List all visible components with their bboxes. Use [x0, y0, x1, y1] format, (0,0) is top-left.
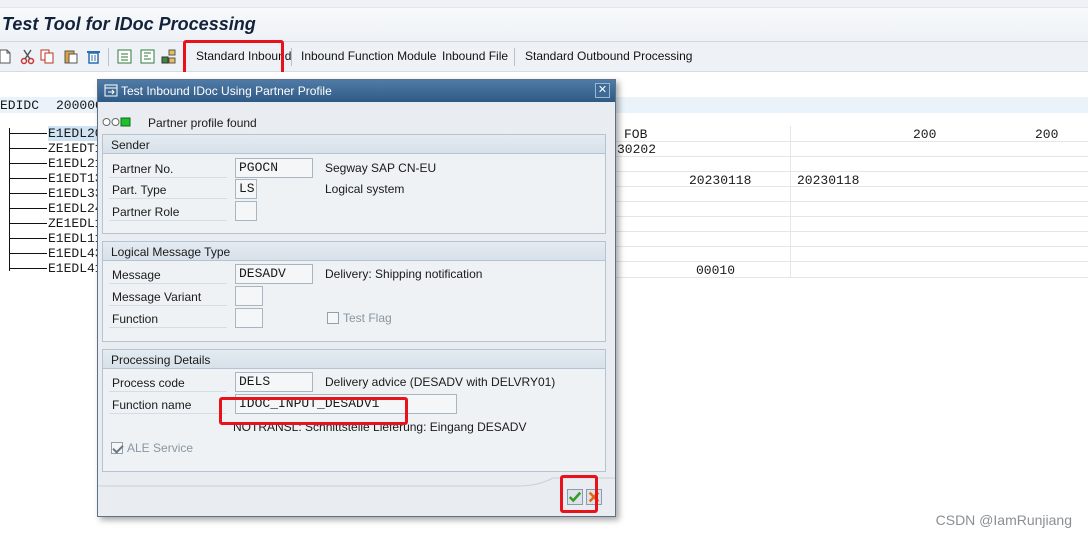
part-type-description: Logical system [325, 182, 405, 196]
toolbar-separator [108, 48, 109, 66]
row-line [616, 171, 1088, 172]
tree-segment[interactable]: E1EDL11 [10, 232, 103, 246]
page-title: Test Tool for IDoc Processing [2, 14, 256, 34]
tree-segment[interactable]: E1EDL41 [10, 262, 103, 276]
test-inbound-dialog: Test Inbound IDoc Using Partner Profile … [97, 79, 616, 517]
part-type-label: Part. Type [109, 179, 227, 199]
segment-value: FOB [624, 127, 648, 142]
dialog-window-icon [104, 84, 118, 97]
segment-value: 20230118 [689, 173, 752, 188]
tree-segment[interactable]: E1EDT13 [10, 172, 103, 186]
row-line [616, 261, 1088, 262]
function-name-label: Function name [109, 394, 227, 414]
highlight-function-name [219, 397, 408, 425]
message-variant-label: Message Variant [109, 286, 227, 306]
application-toolbar: Standard Inbound Inbound Function Module… [0, 42, 1088, 72]
inbound-function-module-button[interactable]: Inbound Function Module [301, 49, 436, 63]
cut-icon[interactable] [19, 48, 36, 65]
partner-role-field[interactable] [235, 201, 257, 221]
inbound-file-button[interactable]: Inbound File [442, 49, 508, 63]
tree-segment[interactable]: ZE1EDT1 [10, 142, 103, 156]
message-row: Message DESADV Delivery: Shipping notifi… [109, 264, 599, 284]
partner-role-label: Partner Role [109, 201, 227, 221]
process-code-field[interactable]: DELS [235, 372, 313, 392]
column-separator [790, 126, 791, 278]
row-line [616, 246, 1088, 247]
row-line [616, 216, 1088, 217]
tree-segment[interactable]: E1EDL21 [10, 157, 103, 171]
segment-value: 200 [913, 127, 937, 142]
message-description: Delivery: Shipping notification [325, 267, 483, 281]
tree-icon[interactable] [160, 48, 177, 65]
test-flag-label: Test Flag [343, 311, 392, 325]
partner-no-description: Segway SAP CN-EU [325, 161, 437, 175]
status-text: Partner profile found [148, 116, 257, 130]
function-field[interactable] [235, 308, 263, 328]
segment-value: 200 [1035, 127, 1059, 142]
tree-segment[interactable]: E1EDL43 [10, 247, 103, 261]
highlight-continue-button [560, 475, 598, 513]
window-top-strip [0, 0, 1088, 8]
row-line [616, 277, 1088, 278]
control-record-label: EDIDC [0, 98, 40, 113]
standard-outbound-button[interactable]: Standard Outbound Processing [525, 49, 692, 63]
dialog-close-button[interactable]: ✕ [595, 83, 610, 98]
function-label: Function [109, 308, 227, 328]
tree-segment[interactable]: E1EDL33 [10, 187, 103, 201]
tree-segment[interactable]: ZE1EDL1 [10, 217, 103, 231]
traffic-light-icon [102, 117, 131, 127]
partner-no-field[interactable]: PGOCN [235, 158, 313, 178]
edit-icon[interactable] [139, 48, 156, 65]
message-field[interactable]: DESADV [235, 264, 313, 284]
tree-segment[interactable]: E1EDL24 [10, 202, 103, 216]
message-label: Message [109, 264, 227, 284]
tree-segment[interactable]: E1EDL20 [10, 126, 103, 141]
close-icon: ✕ [597, 84, 608, 96]
row-line [616, 201, 1088, 202]
sender-group-header: Sender [103, 135, 605, 154]
dialog-title: Test Inbound IDoc Using Partner Profile [121, 84, 332, 98]
message-type-group-header: Logical Message Type [103, 242, 605, 261]
message-variant-field[interactable] [235, 286, 263, 306]
part-type-row: Part. Type LS Logical system [109, 179, 599, 199]
paste-icon[interactable] [62, 48, 79, 65]
partner-no-label: Partner No. [109, 158, 227, 178]
row-line [616, 141, 1088, 142]
test-flag-checkbox[interactable] [327, 312, 339, 324]
processing-details-group-header: Processing Details [103, 350, 605, 369]
part-type-field[interactable]: LS [235, 179, 257, 199]
control-record-value: 200000 [56, 98, 103, 113]
row-line [616, 156, 1088, 157]
segment-value: 00010 [696, 263, 736, 278]
ale-service-label: ALE Service [127, 441, 194, 455]
new-icon[interactable] [0, 48, 13, 65]
ale-service-checkbox[interactable] [111, 442, 123, 454]
process-code-row: Process code DELS Delivery advice (DESAD… [109, 372, 599, 392]
partner-role-row: Partner Role [109, 201, 599, 221]
row-line [616, 231, 1088, 232]
segment-value: 30202 [617, 142, 657, 157]
segment-icon[interactable] [116, 48, 133, 65]
function-row: Function Test Flag [109, 308, 599, 328]
partner-no-row: Partner No. PGOCN Segway SAP CN-EU [109, 158, 599, 178]
app-title-bar: Test Tool for IDoc Processing [0, 8, 1088, 42]
dialog-title-bar[interactable]: Test Inbound IDoc Using Partner Profile … [98, 80, 615, 102]
watermark: CSDN @IamRunjiang [935, 512, 1072, 528]
segment-value: 20230118 [797, 173, 860, 188]
process-code-description: Delivery advice (DESADV with DELVRY01) [325, 375, 556, 389]
process-code-label: Process code [109, 372, 227, 392]
copy-icon[interactable] [39, 48, 56, 65]
toolbar-separator [514, 48, 515, 66]
toolbar-separator [291, 48, 292, 66]
delete-icon[interactable] [85, 48, 102, 65]
dialog-footer-divider [98, 477, 615, 487]
message-type-group: Logical Message Type Message DESADV Deli… [102, 241, 606, 342]
message-variant-row: Message Variant [109, 286, 599, 306]
sender-group: Sender Partner No. PGOCN Segway SAP CN-E… [102, 134, 606, 234]
